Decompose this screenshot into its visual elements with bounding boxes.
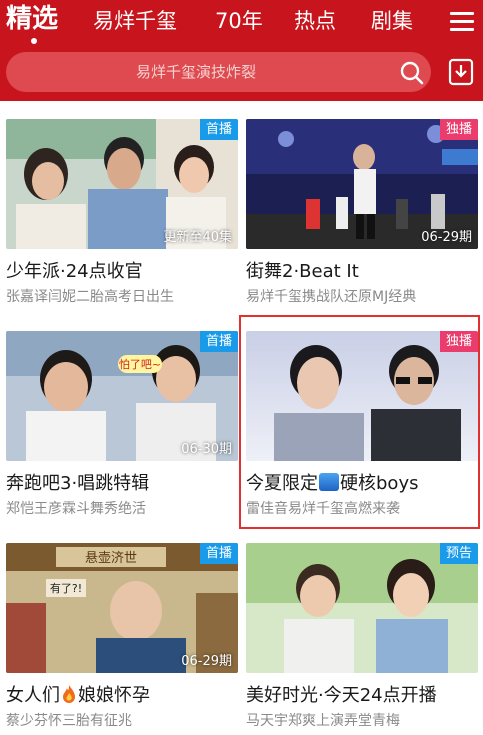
video-subtitle: 蔡少芬怀三胎有征兆 [6, 713, 132, 729]
video-subtitle: 张嘉译闫妮二胎高考日出生 [6, 289, 174, 305]
video-card[interactable]: 怕了吧~ 首播 06-30期 奔跑吧3·唱跳特辑 郑恺王彦霖斗舞秀绝活 [6, 331, 238, 536]
episode-date: 06-30期 [181, 442, 232, 457]
video-thumbnail: 独播 06-29期 [246, 119, 478, 249]
video-thumbnail: 首播 更新至40集 [6, 119, 238, 249]
episode-date: 06-29期 [421, 230, 472, 245]
video-thumbnail: 悬壶济世 有了?! 首播 06-29期 [6, 543, 238, 673]
channel-tabs: 精选 易烊千玺 70年 热点 剧集 [0, 0, 483, 44]
search-icon[interactable] [399, 60, 425, 86]
video-card[interactable]: 独播 06-29期 街舞2·Beat It 易烊千玺携战队还原MJ经典 [246, 119, 478, 324]
video-card[interactable]: 悬壶济世 有了?! 首播 06-29期 女人们 娘娘怀孕 蔡少芬怀三胎有征兆 [6, 543, 238, 735]
video-title: 奔跑吧3·唱跳特辑 [6, 473, 150, 494]
video-card[interactable]: 独播 今夏限定 硬核boys 雷佳音易烊千玺高燃来袭 [246, 331, 478, 536]
download-icon[interactable] [448, 58, 474, 86]
video-title-part: 娘娘怀孕 [78, 685, 150, 706]
thumbnail-caption: 有了?! [50, 581, 82, 595]
exclusive-badge: 独播 [439, 331, 478, 352]
episode-count: 更新至40集 [163, 230, 232, 245]
video-title: 今夏限定 硬核boys [246, 471, 478, 497]
menu-icon[interactable] [450, 10, 474, 32]
video-thumbnail: 预告 [246, 543, 478, 673]
premiere-badge: 首播 [199, 331, 238, 352]
premiere-badge: 首播 [199, 543, 238, 564]
thumbnail-caption: 悬壶济世 [85, 551, 137, 566]
video-card[interactable]: 首播 更新至40集 少年派·24点收官 张嘉译闫妮二胎高考日出生 [6, 119, 238, 324]
video-thumbnail: 独播 [246, 331, 478, 461]
video-title: 美好时光·今天24点开播 [246, 685, 437, 706]
tab-series[interactable]: 剧集 [371, 4, 413, 38]
fire-emoji-icon [63, 685, 75, 703]
tab-70-years[interactable]: 70年 [215, 4, 263, 38]
video-title: 女人们 娘娘怀孕 [6, 683, 238, 709]
wave-emoji-icon [319, 473, 339, 491]
trailer-badge: 预告 [439, 543, 478, 564]
video-subtitle: 郑恺王彦霖斗舞秀绝活 [6, 501, 146, 517]
video-title-part: 女人们 [6, 685, 60, 706]
tab-hot[interactable]: 热点 [294, 4, 336, 38]
premiere-badge: 首播 [199, 119, 238, 140]
exclusive-badge: 独播 [439, 119, 478, 140]
active-tab-indicator [31, 38, 37, 44]
video-title-part: 今夏限定 [246, 473, 318, 494]
video-title-part: 硬核boys [340, 473, 419, 494]
tab-jackson-yee[interactable]: 易烊千玺 [93, 4, 177, 38]
search-placeholder: 易烊千玺演技炸裂 [135, 63, 256, 81]
video-thumbnail: 怕了吧~ 首播 06-30期 [6, 331, 238, 461]
thumbnail-caption: 怕了吧~ [119, 358, 161, 371]
tab-featured[interactable]: 精选 [6, 1, 58, 37]
video-card[interactable]: 预告 美好时光·今天24点开播 马天宇郑爽上演弄堂青梅 [246, 543, 478, 735]
video-subtitle: 雷佳音易烊千玺高燃来袭 [246, 501, 400, 517]
video-subtitle: 马天宇郑爽上演弄堂青梅 [246, 713, 400, 729]
video-title: 街舞2·Beat It [246, 261, 359, 282]
video-subtitle: 易烊千玺携战队还原MJ经典 [246, 289, 417, 305]
top-header: 精选 易烊千玺 70年 热点 剧集 易烊千玺演技炸裂 [0, 0, 483, 101]
search-input[interactable]: 易烊千玺演技炸裂 [6, 52, 431, 92]
video-title: 少年派·24点收官 [6, 261, 143, 282]
episode-date: 06-29期 [181, 654, 232, 669]
